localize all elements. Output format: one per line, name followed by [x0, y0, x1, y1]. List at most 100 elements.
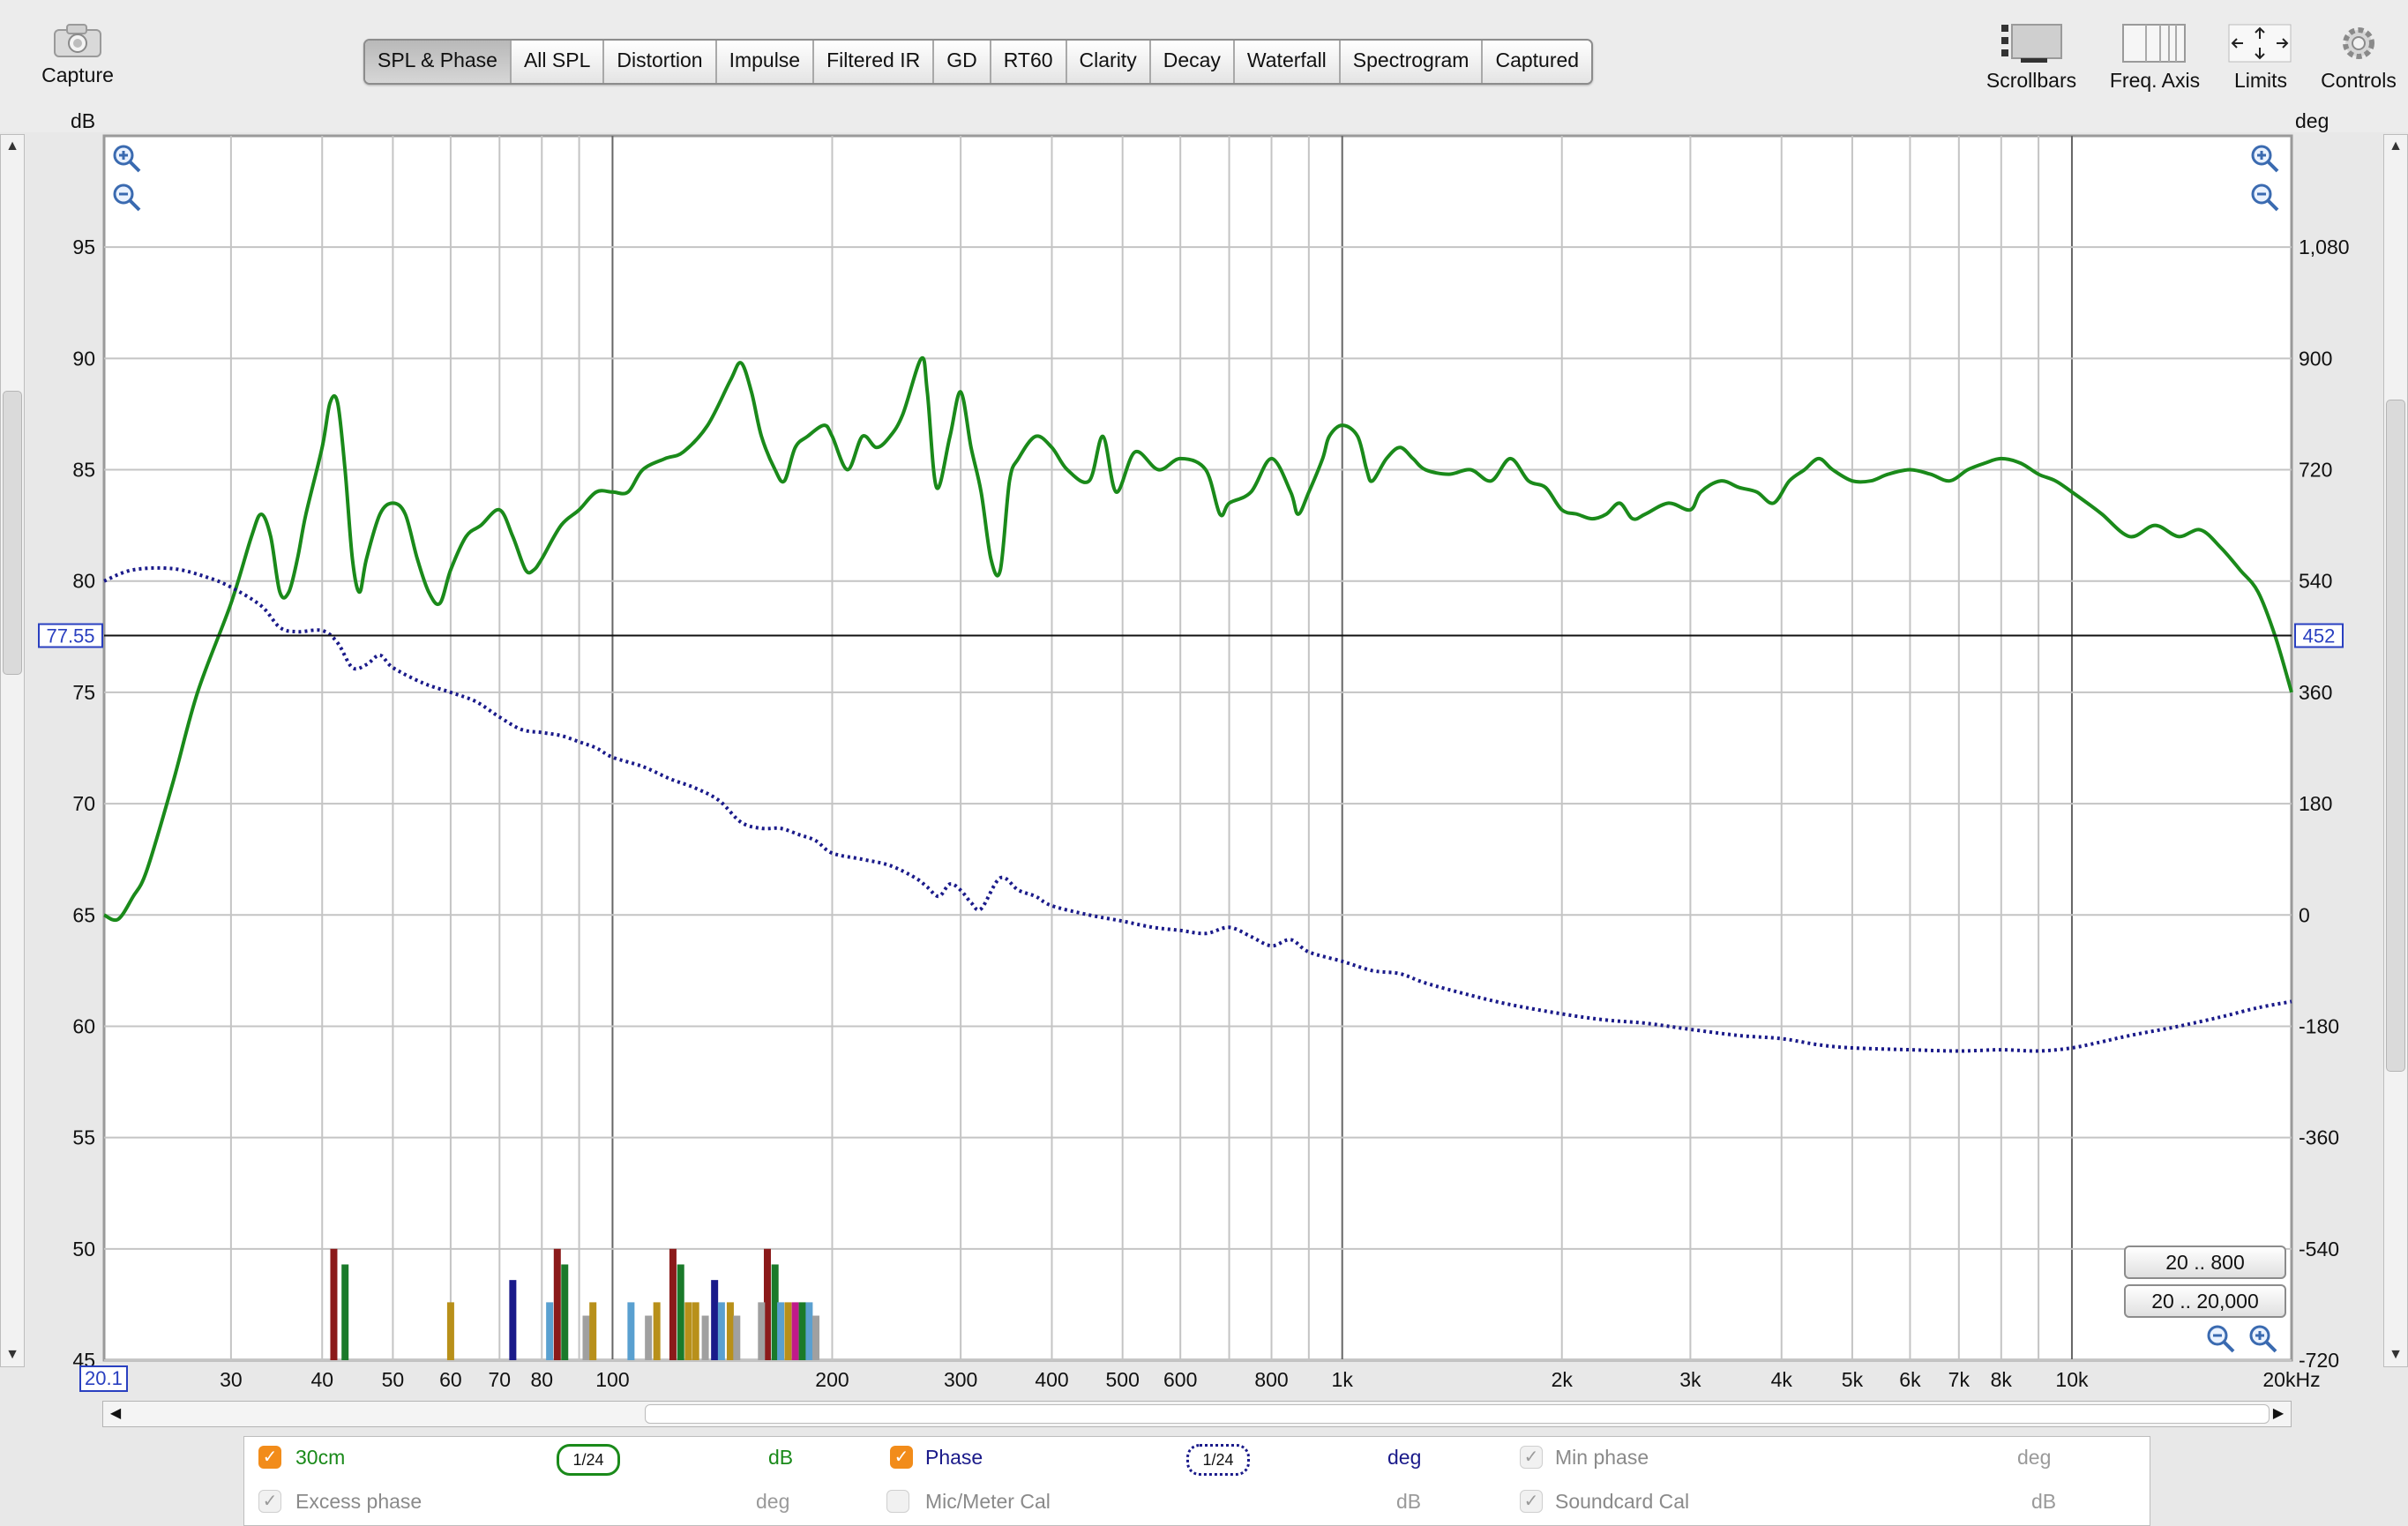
marker-bar [784, 1302, 792, 1360]
y-tick-label: 55 [72, 1126, 95, 1149]
y2-tick-label: 900 [2299, 347, 2332, 370]
y-tick-label: 65 [72, 903, 95, 926]
x-tick-label: 5k [1842, 1368, 1864, 1391]
marker-bar [791, 1302, 799, 1360]
marker-bar [726, 1302, 734, 1360]
soundcard-cal-name: Soundcard Cal [1555, 1490, 1690, 1513]
x-tick-label: 7k [1948, 1368, 1971, 1391]
y2-tick-label: -360 [2299, 1126, 2339, 1149]
horizontal-scroll-thumb[interactable] [645, 1404, 2270, 1424]
marker-bar [684, 1302, 692, 1360]
cursor-left-label: 77.55 [38, 623, 103, 648]
marker-bar [717, 1302, 725, 1360]
y2-tick-label: 360 [2299, 681, 2332, 704]
horizontal-scrollbar[interactable]: ◀ ▶ [102, 1401, 2292, 1427]
marker-bar [733, 1315, 741, 1360]
scroll-right-arrow-icon[interactable]: ▶ [2266, 1402, 2291, 1426]
excess-phase-unit: deg [756, 1490, 790, 1513]
excess-phase-name: Excess phase [295, 1490, 423, 1513]
soundcard-cal-checkbox[interactable]: ✓ [1520, 1490, 1543, 1513]
marker-bar [509, 1280, 517, 1360]
marker-bar [701, 1315, 709, 1360]
x-tick-label: 40 [310, 1368, 333, 1391]
marker-bar [627, 1302, 635, 1360]
x-tick-label: 50 [382, 1368, 405, 1391]
marker-bar [805, 1302, 813, 1360]
marker-bar [798, 1302, 806, 1360]
x-axis-start-label: 20.1 [79, 1365, 128, 1392]
x-tick-label: 600 [1163, 1368, 1197, 1391]
marker-bar [653, 1302, 661, 1360]
y-tick-label: 70 [72, 792, 95, 815]
range-20-800-button[interactable]: 20 .. 800 [2124, 1245, 2286, 1279]
mic-cal-checkbox[interactable] [886, 1490, 909, 1513]
marker-bar [582, 1315, 590, 1360]
marker-bar [669, 1248, 677, 1360]
phase-smoothing-button[interactable]: 1/24 [1186, 1444, 1250, 1476]
spl-phase-chart[interactable]: 30 40 50 60 70 80 100 200 300 400 500 600 800 1k 2k 3k 4… [0, 0, 2408, 1403]
x-tick-label: 80 [530, 1368, 553, 1391]
spl-trace-checkbox[interactable]: ✓ [258, 1446, 281, 1469]
scroll-left-arrow-icon[interactable]: ◀ [103, 1402, 128, 1426]
zoom-out-icon[interactable] [2249, 182, 2281, 213]
y-tick-label: 85 [72, 459, 95, 482]
marker-bar [711, 1280, 719, 1360]
marker-bar [758, 1302, 766, 1360]
marker-bar [777, 1302, 785, 1360]
x-tick-label: 2k [1552, 1368, 1574, 1391]
plot-area [102, 134, 2293, 1362]
y2-tick-label: 540 [2299, 570, 2332, 593]
x-tick-label: 6k [1899, 1368, 1921, 1391]
min-phase-unit: deg [2017, 1446, 2052, 1469]
x-tick-label: 3k [1679, 1368, 1701, 1391]
x-tick-label: 60 [439, 1368, 462, 1391]
mic-cal-unit: dB [1396, 1490, 1422, 1513]
y-tick-label: 90 [72, 347, 95, 370]
x-tick-label: 500 [1105, 1368, 1139, 1391]
x-tick-label: 30 [220, 1368, 243, 1391]
x-tick-label: 300 [944, 1368, 977, 1391]
trace-legend-panel: ✓ 30cm 1/24 dB ✓ Phase 1/24 deg ✓ Min ph… [243, 1436, 2150, 1526]
y-tick-label: 80 [72, 570, 95, 593]
marker-bar [812, 1315, 820, 1360]
y-tick-label: 60 [72, 1014, 95, 1037]
phase-unit: deg [1387, 1446, 1422, 1469]
spl-trace-name: 30cm [295, 1446, 346, 1469]
min-phase-checkbox[interactable]: ✓ [1520, 1446, 1543, 1469]
marker-bar [677, 1264, 684, 1360]
y2-tick-label: -720 [2299, 1349, 2339, 1372]
x-tick-label: 100 [595, 1368, 629, 1391]
zoom-out-icon[interactable] [111, 182, 143, 213]
marker-bar [692, 1302, 699, 1360]
soundcard-cal-unit: dB [2031, 1490, 2057, 1513]
y2-tick-label: 1,080 [2299, 236, 2350, 258]
y2-tick-label: 180 [2299, 792, 2332, 815]
marker-bar [589, 1302, 597, 1360]
mic-cal-name: Mic/Meter Cal [925, 1490, 1051, 1513]
range-20-20000-button[interactable]: 20 .. 20,000 [2124, 1284, 2286, 1318]
marker-bar [446, 1302, 454, 1360]
x-tick-label: 200 [815, 1368, 849, 1391]
x-tick-label: 4k [1771, 1368, 1793, 1391]
marker-bar [341, 1264, 349, 1360]
x-tick-label: 800 [1254, 1368, 1288, 1391]
marker-bar [553, 1248, 561, 1360]
phase-trace-checkbox[interactable]: ✓ [890, 1446, 913, 1469]
y-tick-label: 95 [72, 236, 95, 258]
y2-tick-label: 0 [2299, 903, 2310, 926]
spl-smoothing-button[interactable]: 1/24 [557, 1444, 620, 1476]
min-phase-name: Min phase [1555, 1446, 1649, 1469]
zoom-in-icon[interactable] [2249, 143, 2281, 175]
x-tick-label: 400 [1035, 1368, 1068, 1391]
y2-tick-label: 720 [2299, 459, 2332, 482]
marker-bar [561, 1264, 569, 1360]
x-tick-label: 1k [1332, 1368, 1354, 1391]
y-tick-label: 50 [72, 1238, 95, 1260]
y2-tick-label: -540 [2299, 1238, 2339, 1260]
zoom-in-icon[interactable] [111, 143, 143, 175]
zoom-in-icon[interactable] [2247, 1323, 2279, 1355]
spl-unit: dB [768, 1446, 794, 1469]
excess-phase-checkbox[interactable]: ✓ [258, 1490, 281, 1513]
x-tick-label: 8k [1991, 1368, 2013, 1391]
zoom-out-icon[interactable] [2205, 1323, 2237, 1355]
